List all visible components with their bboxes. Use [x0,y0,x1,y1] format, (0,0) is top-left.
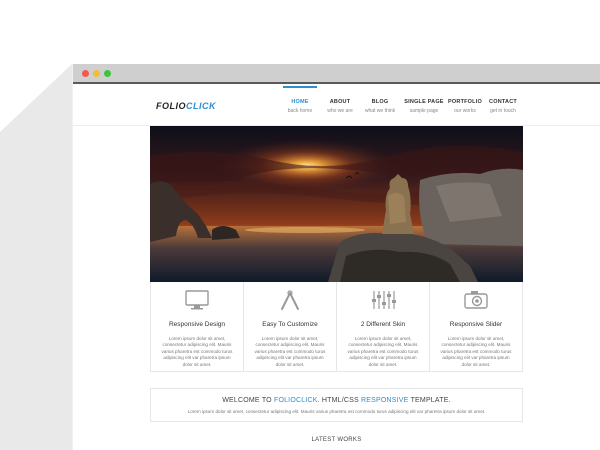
browser-titlebar [73,64,600,84]
logo-part-2: CLICK [186,101,216,111]
feature-title: Responsive Slider [449,321,503,328]
feature-title: Responsive Design [168,321,225,328]
nav-title: ABOUT [329,99,351,105]
features-row: Responsive Design Lorem ipsum dolor sit … [150,282,523,372]
nav-subtitle: who we are [327,108,353,114]
logo-part-1: FOLIO [156,101,186,111]
nav-item-blog[interactable]: BLOG what we think [363,86,397,126]
nav-bar [404,86,444,88]
feature-text: Lorem ipsum dolor sit amet, consectetur … [161,336,233,367]
nav-bar [323,86,357,88]
nav-item-home[interactable]: HOME back home [283,86,317,126]
close-dot-icon[interactable] [82,70,89,77]
nav-subtitle: back home [287,108,313,114]
maximize-dot-icon[interactable] [104,70,111,77]
nav-bar [448,86,482,88]
nav-bar [363,86,397,88]
nav-title: PORTFOLIO [448,99,482,105]
hero-scene [150,126,523,282]
camera-icon [430,288,522,312]
nav-subtitle: sample page [409,108,439,114]
sliders-icon [337,288,429,312]
nav-title: HOME [291,99,309,105]
nav-item-single-page[interactable]: SINGLE PAGE sample page [404,86,444,126]
monitor-icon [151,288,243,312]
welcome-box: WELCOME TO FOLIOCLICK. HTML/CSS RESPONSI… [150,388,523,422]
feature-text: Lorem ipsum dolor sit amet, consectetur … [440,336,512,367]
feature-card: Easy To Customize Lorem ipsum dolor sit … [244,282,337,371]
welcome-highlight: RESPONSIVE [361,397,409,404]
nav-item-portfolio[interactable]: PORTFOLIO our works [448,86,482,126]
hero-slider-image[interactable] [150,126,523,282]
welcome-mid: . HTML/CSS [317,397,362,404]
nav-subtitle: get in touch [490,108,516,114]
site-logo[interactable]: FOLIOCLICK [156,101,216,111]
nav-item-about[interactable]: ABOUT who we are [323,86,357,126]
latest-works-heading: LATEST WORKS [311,437,362,443]
tools-icon [244,288,336,312]
feature-title: Easy To Customize [262,321,318,328]
nav-title: BLOG [371,99,389,105]
feature-title: 2 Different Skin [360,321,406,328]
nav-subtitle: our works [454,108,476,114]
nav-title: SINGLE PAGE [404,99,444,105]
browser-window: FOLIOCLICK HOME back home ABOUT who we a… [73,64,600,450]
site-header: FOLIOCLICK HOME back home ABOUT who we a… [73,86,600,126]
nav-bar [486,86,520,88]
minimize-dot-icon[interactable] [93,70,100,77]
welcome-text: Lorem ipsum dolor sit amet, consectetur … [187,409,486,414]
feature-card: Responsive Slider Lorem ipsum dolor sit … [430,282,522,371]
nav-subtitle: what we think [364,108,396,114]
feature-card: Responsive Design Lorem ipsum dolor sit … [151,282,244,371]
feature-text: Lorem ipsum dolor sit amet, consectetur … [254,336,326,367]
welcome-pre: WELCOME TO [222,397,274,404]
welcome-post: TEMPLATE. [408,397,451,404]
active-indicator [283,86,317,88]
welcome-heading: WELCOME TO FOLIOCLICK. HTML/CSS RESPONSI… [151,397,522,404]
feature-text: Lorem ipsum dolor sit amet, consectetur … [347,336,419,367]
feature-card: 2 Different Skin Lorem ipsum dolor sit a… [337,282,430,371]
nav-title: CONTACT [489,99,517,105]
welcome-brand: FOLIOCLICK [273,397,318,404]
nav-item-contact[interactable]: CONTACT get in touch [486,86,520,126]
